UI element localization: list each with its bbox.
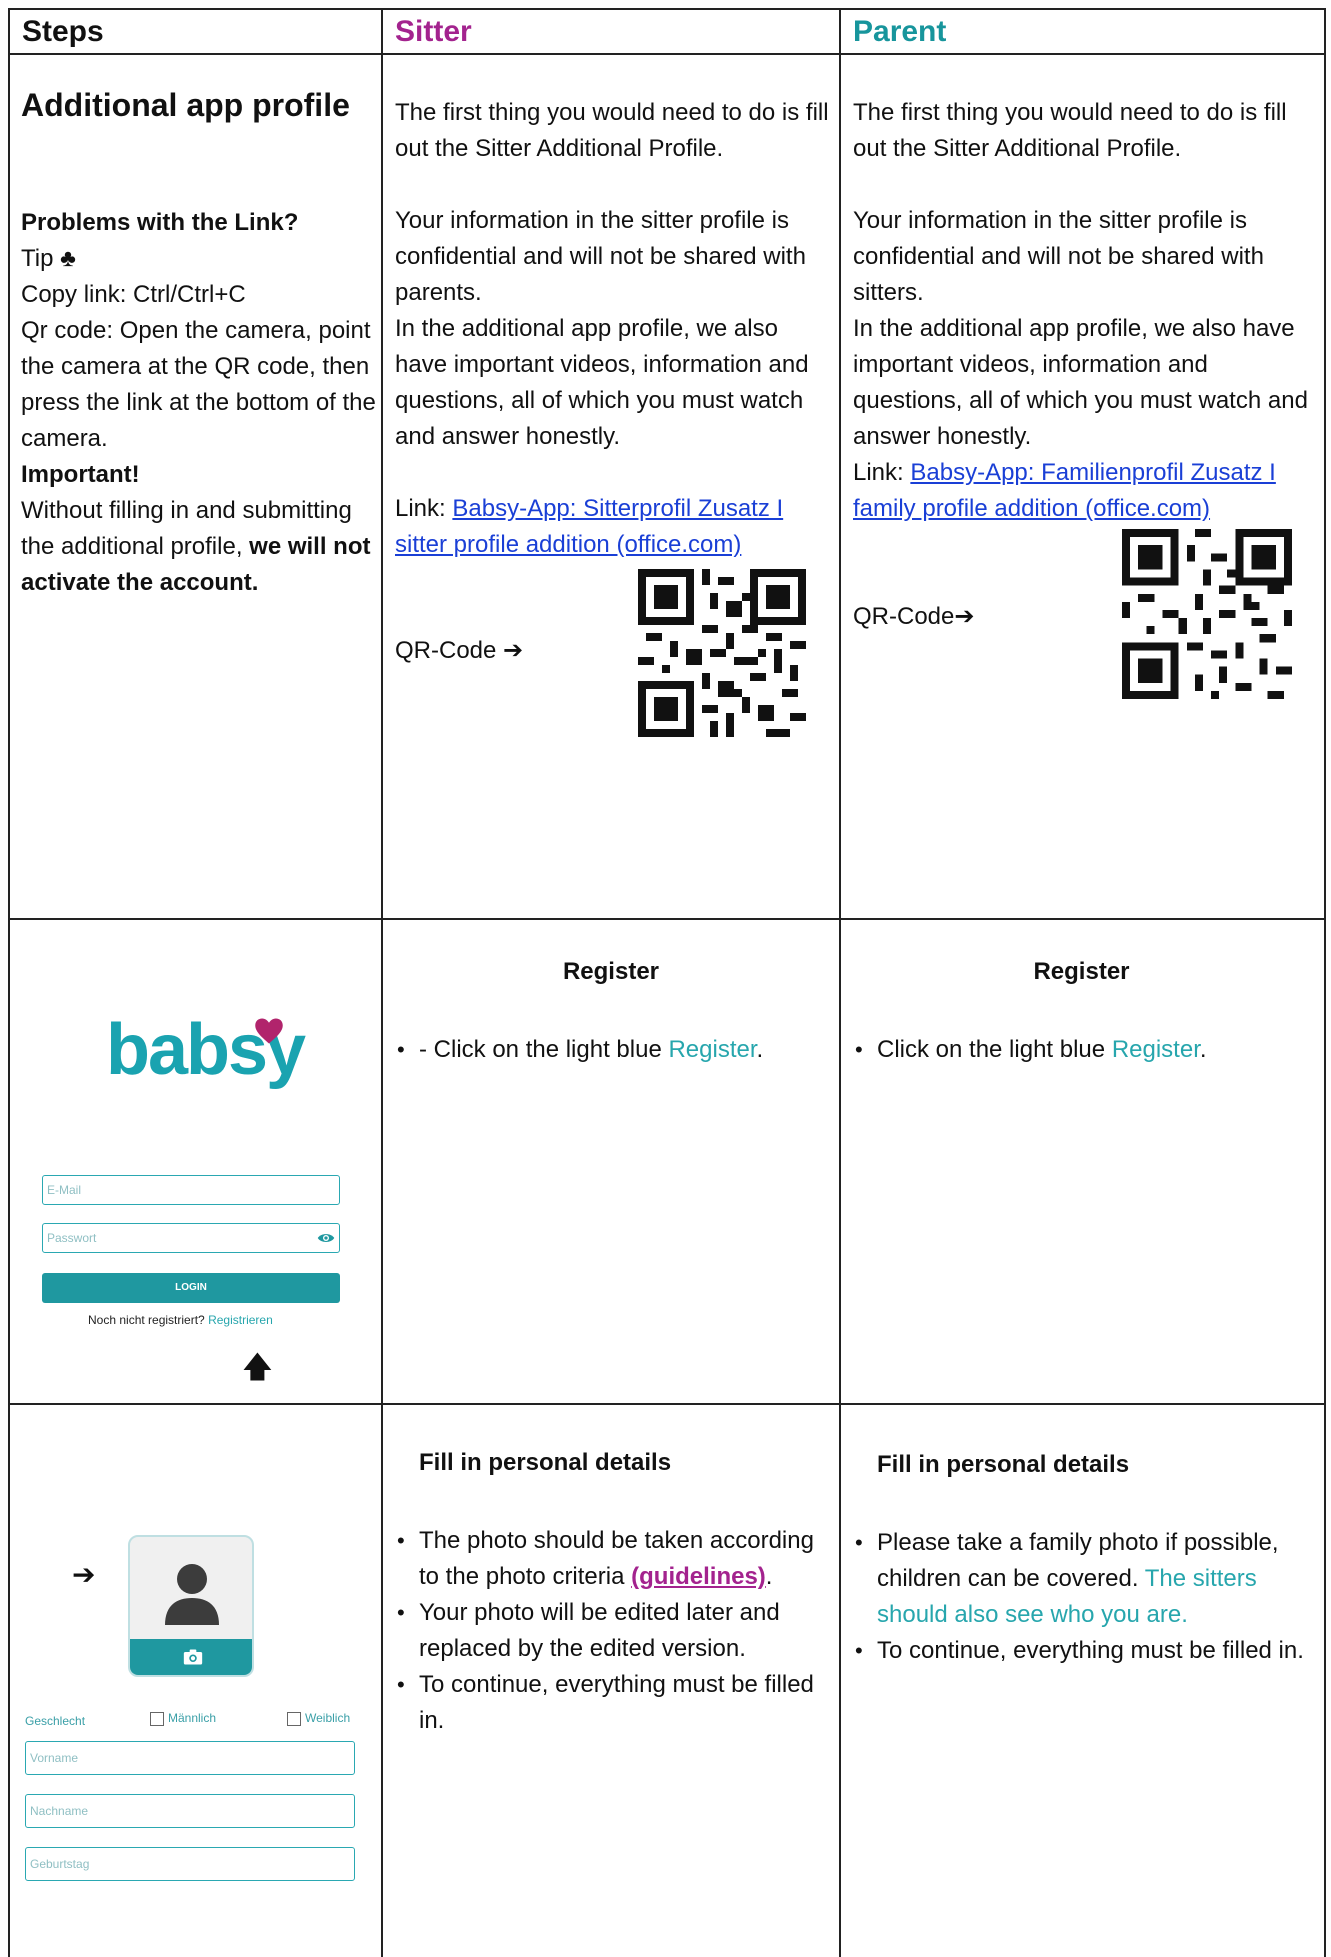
list-item: The photo should be taken according to t… xyxy=(395,1523,835,1595)
sitter-register-title: Register xyxy=(562,958,660,985)
sitter-link-line: Link: Babsy-App: Sitterprofil Zusatz I s… xyxy=(395,491,835,563)
camera-icon[interactable] xyxy=(183,1648,203,1666)
header-sitter-cell: Sitter xyxy=(383,10,841,53)
parent-para-1: The first thing you would need to do is … xyxy=(853,99,1287,162)
female-option[interactable]: Weiblich xyxy=(287,1710,350,1726)
parent-register-list: Click on the light blue Register. xyxy=(853,1032,1319,1068)
parent-profile-link[interactable]: Babsy-App: Familienprofil Zusatz I famil… xyxy=(853,459,1276,522)
female-checkbox[interactable] xyxy=(287,1711,301,1726)
sitter-register-end: . xyxy=(756,1036,764,1063)
gender-label: Geschlecht xyxy=(25,1714,86,1728)
guidelines-link[interactable]: (guidelines) xyxy=(631,1563,766,1590)
header-parent: Parent xyxy=(853,15,947,48)
header-parent-cell: Parent xyxy=(841,10,1324,53)
arrow-up-icon: 🡅 xyxy=(242,1351,273,1384)
email-field[interactable]: E-Mail xyxy=(42,1175,340,1205)
login-button[interactable]: LOGIN xyxy=(42,1273,340,1303)
parent-para-3: In the additional app profile, we also h… xyxy=(853,315,1308,450)
parent-qr-code[interactable] xyxy=(1122,529,1292,699)
sitter-profile-link[interactable]: Babsy-App: Sitterprofil Zusatz I sitter … xyxy=(395,495,783,558)
password-field[interactable]: Passwort xyxy=(42,1223,340,1253)
important-text: Without filling in and submitting the ad… xyxy=(21,493,376,601)
sitter-details-b1-end: . xyxy=(765,1563,773,1590)
sitter-qr-code[interactable] xyxy=(638,569,806,737)
copy-link-text: Copy link: Ctrl/Ctrl+C xyxy=(21,281,246,308)
row-personal-details: ➔ Geschlecht Männlich Weiblich Vorname N… xyxy=(8,1405,1326,1957)
tip-text: Tip ♣ xyxy=(21,245,76,272)
step-title: Additional app profile xyxy=(21,87,350,123)
arrow-right-icon: ➔ xyxy=(72,1559,96,1590)
sitter-para-1: The first thing you would need to do is … xyxy=(395,99,829,162)
sitter-register-text: - Click on the light blue xyxy=(419,1036,662,1063)
parent-register-highlight: Register xyxy=(1111,1036,1200,1063)
list-item: Please take a family photo if possible, … xyxy=(853,1525,1319,1633)
sitter-cell-register: Register - Click on the light blue Regis… xyxy=(383,920,841,1403)
list-item: Your photo will be edited later and repl… xyxy=(395,1595,835,1667)
parent-qr-label: QR-Code➔ xyxy=(853,603,975,630)
sitter-details-list: The photo should be taken according to t… xyxy=(395,1523,835,1739)
last-name-field[interactable]: Nachname xyxy=(25,1794,355,1828)
parent-link-line: Link: Babsy-App: Familienprofil Zusatz I… xyxy=(853,455,1323,527)
steps-cell-additional-profile: Additional app profile Problems with the… xyxy=(10,55,383,918)
parent-details-list: Please take a family photo if possible, … xyxy=(853,1525,1319,1669)
sitter-cell-additional-profile: The first thing you would need to do is … xyxy=(383,55,841,918)
sitter-qr-label: QR-Code ➔ xyxy=(395,637,524,664)
list-item: - Click on the light blue Register. xyxy=(395,1032,835,1068)
header-row: Steps Sitter Parent xyxy=(8,8,1326,55)
password-placeholder: Passwort xyxy=(47,1231,97,1245)
row-additional-profile: Additional app profile Problems with the… xyxy=(8,55,1326,920)
row-register: babsy E-Mail Passwort LOGIN Noch nicht r… xyxy=(8,920,1326,1405)
person-icon xyxy=(165,1564,219,1625)
sitter-para-2: Your information in the sitter profile i… xyxy=(395,207,806,306)
parent-link-prefix: Link: xyxy=(853,459,904,486)
parent-para-2: Your information in the sitter profile i… xyxy=(853,207,1264,306)
qr-instructions: Qr code: Open the camera, point the came… xyxy=(21,317,376,452)
steps-cell-personal-details: ➔ Geschlecht Männlich Weiblich Vorname N… xyxy=(10,1405,383,1957)
header-steps: Steps xyxy=(22,15,104,48)
parent-register-end: . xyxy=(1199,1036,1207,1063)
problems-heading: Problems with the Link? xyxy=(21,209,299,236)
eye-icon[interactable] xyxy=(317,1231,335,1245)
parent-cell-additional-profile: The first thing you would need to do is … xyxy=(841,55,1324,918)
sitter-para-3: In the additional app profile, we also h… xyxy=(395,315,809,450)
birthday-field[interactable]: Geburtstag xyxy=(25,1847,355,1881)
register-link[interactable]: Registrieren xyxy=(208,1313,273,1327)
sitter-register-highlight: Register xyxy=(668,1036,757,1063)
steps-cell-register: babsy E-Mail Passwort LOGIN Noch nicht r… xyxy=(10,920,383,1403)
parent-details-title: Fill in personal details xyxy=(877,1451,1130,1478)
list-item: To continue, everything must be filled i… xyxy=(853,1633,1319,1669)
parent-register-text: Click on the light blue xyxy=(877,1036,1106,1063)
heart-icon xyxy=(255,1018,283,1044)
list-item: To continue, everything must be filled i… xyxy=(395,1667,835,1739)
first-name-field[interactable]: Vorname xyxy=(25,1741,355,1775)
male-option[interactable]: Männlich xyxy=(150,1710,216,1726)
parent-cell-personal-details: Fill in personal details Please take a f… xyxy=(841,1405,1324,1957)
sitter-details-title: Fill in personal details xyxy=(419,1449,672,1476)
parent-cell-register: Register Click on the light blue Registe… xyxy=(841,920,1324,1403)
parent-register-title: Register xyxy=(1033,958,1130,985)
not-registered-text: Noch nicht registriert? xyxy=(88,1313,205,1327)
header-steps-cell: Steps xyxy=(10,10,383,53)
list-item: Click on the light blue Register. xyxy=(853,1032,1319,1068)
header-sitter: Sitter xyxy=(395,15,472,48)
sitter-cell-personal-details: Fill in personal details The photo shoul… xyxy=(383,1405,841,1957)
sitter-link-prefix: Link: xyxy=(395,495,446,522)
male-checkbox[interactable] xyxy=(150,1711,164,1726)
important-heading: Important! xyxy=(21,461,140,488)
profile-photo-placeholder[interactable] xyxy=(128,1535,254,1677)
sitter-register-list: - Click on the light blue Register. xyxy=(395,1032,835,1068)
male-label: Männlich xyxy=(168,1711,217,1725)
register-prompt: Noch nicht registriert? Registrieren xyxy=(88,1312,273,1328)
female-label: Weiblich xyxy=(305,1711,351,1725)
photo-bar xyxy=(130,1639,252,1675)
